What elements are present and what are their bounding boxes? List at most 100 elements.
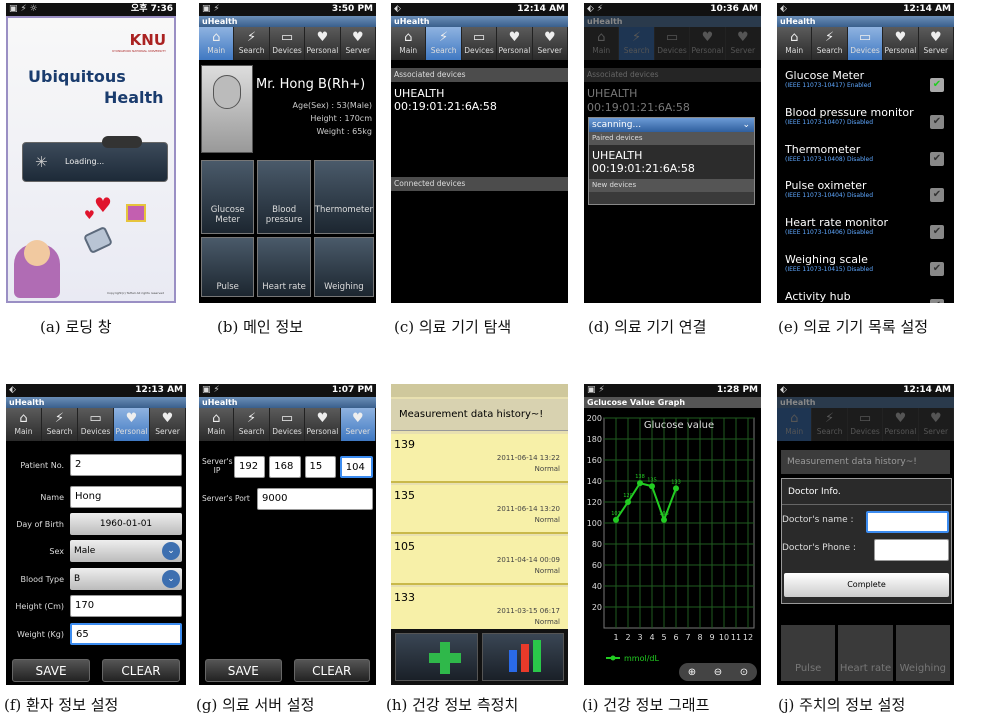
complete-button[interactable]: Complete <box>784 573 949 597</box>
tab-main[interactable]: ⌂ Main <box>584 27 620 60</box>
device-row-heart-rate[interactable]: Heart rate monitor (IEEE 11073-10406) Dis… <box>785 216 950 252</box>
tab-search[interactable]: ⚡ Search <box>812 27 848 60</box>
tab-devices[interactable]: ▭ Devices <box>270 27 306 60</box>
tab-devices[interactable]: ▭ Devices <box>462 27 498 60</box>
data-label: 138 <box>635 474 645 480</box>
add-button[interactable] <box>395 633 478 681</box>
tile-weighing[interactable]: Weighing <box>895 625 950 681</box>
tab-devices[interactable]: ▭ Devices <box>655 27 691 60</box>
tab-search[interactable]: ⚡ Search <box>812 408 848 441</box>
tab-personal[interactable]: ♥ Personal <box>883 27 919 60</box>
checkbox[interactable]: ✔ <box>930 262 944 276</box>
weight-field[interactable]: 65 <box>70 623 182 645</box>
doctor-name-field[interactable] <box>866 511 949 533</box>
tab-bar: ⌂ Main ⚡ Search ▭ Devices ♥ Personal ♥ Server <box>391 27 568 60</box>
tile-weighing[interactable]: Weighing <box>313 237 374 297</box>
zoom-reset-icon[interactable]: ⊙ <box>740 667 748 678</box>
clear-button[interactable]: CLEAR <box>293 659 370 682</box>
tab-devices[interactable]: ▭ Devices <box>848 408 884 441</box>
history-row[interactable]: 135 2011-06-14 13:20 Normal <box>391 485 568 534</box>
tab-devices[interactable]: ▭ Devices <box>847 27 884 60</box>
tab-main[interactable]: ⌂ Main <box>391 27 427 60</box>
zoom-out-icon[interactable]: ⊖ <box>714 667 722 678</box>
history-row[interactable]: 139 2011-06-14 13:22 Normal <box>391 434 568 483</box>
tile-thermometer[interactable]: Thermometer <box>313 160 374 234</box>
device-item[interactable]: UHEALTH 00:19:01:21:6A:58 <box>394 87 497 113</box>
device-row-glucose[interactable]: Glucose Meter (IEEE 11073-10417) Enabled ✔ <box>785 69 950 105</box>
ip-octet-1[interactable]: 192 <box>234 456 266 478</box>
device-row-blood-pressure[interactable]: Blood pressure monitor (IEEE 11073-10407)… <box>785 106 950 142</box>
clear-button[interactable]: CLEAR <box>102 659 180 682</box>
tab-server[interactable]: ♥ Server <box>919 27 954 60</box>
tab-search[interactable]: ⚡ Search <box>426 27 462 60</box>
save-button[interactable]: SAVE <box>205 659 282 682</box>
glucose-chart: 204060801001201401601802001 2 3 4 5 6 7 8 9 10 11 1… <box>587 414 755 663</box>
tab-server[interactable]: ♥ Server <box>533 27 568 60</box>
checkbox[interactable]: ✔ <box>930 115 944 129</box>
tab-search[interactable]: ⚡ Search <box>234 27 270 60</box>
port-field[interactable]: 9000 <box>257 488 373 510</box>
y-tick-label: 100 <box>587 519 602 528</box>
tab-server[interactable]: ♥ Server <box>726 27 761 60</box>
tab-main[interactable]: ⌂ Main <box>777 27 813 60</box>
loading-text: Loading... <box>65 157 105 166</box>
caption-f: (f) 환자 정보 설정 <box>4 696 119 714</box>
sex-select[interactable]: Male ⌄ <box>70 540 182 562</box>
tile-pulse[interactable]: Pulse <box>201 237 255 297</box>
tab-server[interactable]: ♥ Server <box>919 408 954 441</box>
blood-type-select[interactable]: B ⌄ <box>70 568 182 590</box>
tile-pulse[interactable]: Pulse <box>781 625 836 681</box>
checkbox-checked[interactable]: ✔ <box>930 78 944 92</box>
phone-icon <box>82 225 114 255</box>
tab-main[interactable]: ⌂ Main <box>199 27 235 60</box>
history-row[interactable]: 105 2011-04-14 00:09 Normal <box>391 536 568 585</box>
device-row-pulse-oximeter[interactable]: Pulse oximeter (IEEE 11073-10404) Disable… <box>785 179 950 215</box>
label-blood-type: Blood Type <box>20 574 65 584</box>
caption-d: (d) 의료 기기 연결 <box>588 318 707 336</box>
tab-personal[interactable]: ♥ Personal <box>305 27 341 60</box>
bolt-icon: ⚡ <box>439 30 449 45</box>
checkbox[interactable]: ✔ <box>930 299 944 303</box>
name-field[interactable]: Hong <box>70 486 182 508</box>
tab-search[interactable]: ⚡ Search <box>234 408 270 441</box>
screen-server: ▣ ⚡ 1:07 PM uHealth ⌂ Main ⚡ Search ▭ Device… <box>199 384 376 685</box>
device-row-thermometer[interactable]: Thermometer (IEEE 11073-10408) Disabled ✔ <box>785 143 950 179</box>
paired-device[interactable]: UHEALTH 00:19:01:21:6A:58 <box>589 145 754 179</box>
tab-main[interactable]: ⌂ Main <box>199 408 235 441</box>
tile-blood-pressure[interactable]: Blood pressure <box>257 160 311 234</box>
tab-server[interactable]: ♥ Server <box>341 27 376 60</box>
tab-server[interactable]: ♥ Server <box>150 408 186 441</box>
tile-heart-rate[interactable]: Heart rate <box>257 237 311 297</box>
tab-bar: ⌂ Main ⚡ Search ▭ Devices ♥ Personal ♥ Server <box>199 27 376 60</box>
ip-octet-4[interactable]: 104 <box>339 456 373 478</box>
graph-button[interactable] <box>481 633 564 681</box>
tab-personal[interactable]: ♥ Personal <box>883 408 919 441</box>
tile-glucose-meter[interactable]: Glucose Meter <box>201 160 255 234</box>
tab-personal[interactable]: ♥ Personal <box>305 408 341 441</box>
tab-search[interactable]: ⚡ Search <box>42 408 78 441</box>
tab-personal[interactable]: ♥ Personal <box>497 27 533 60</box>
device-row-weighing-scale[interactable]: Weighing scale (IEEE 11073-10415) Disable… <box>785 253 950 289</box>
doctor-phone-field[interactable] <box>874 539 949 561</box>
tab-server[interactable]: ♥ Server <box>340 408 376 441</box>
patient-no-field[interactable]: 2 <box>70 454 182 476</box>
checkbox[interactable]: ✔ <box>930 225 944 239</box>
tab-main[interactable]: ⌂ Main <box>777 408 813 441</box>
tab-search[interactable]: ⚡ Search <box>619 27 655 60</box>
tab-main[interactable]: ⌂ Main <box>6 408 42 441</box>
ip-octet-3[interactable]: 15 <box>304 456 336 478</box>
ip-octet-2[interactable]: 168 <box>269 456 301 478</box>
checkbox[interactable]: ✔ <box>930 152 944 166</box>
tile-heart-rate[interactable]: Heart rate <box>838 625 893 681</box>
tab-personal[interactable]: ♥ Personal <box>690 27 726 60</box>
zoom-in-icon[interactable]: ⊕ <box>688 667 696 678</box>
tab-devices[interactable]: ▭ Devices <box>270 408 306 441</box>
birth-date-button[interactable]: 1960-01-01 <box>70 513 182 535</box>
checkbox[interactable]: ✔ <box>930 188 944 202</box>
device-row-activity-hub[interactable]: Activity hub✔ <box>785 290 950 303</box>
save-button[interactable]: SAVE <box>12 659 90 682</box>
people-icon <box>102 136 142 148</box>
tab-personal[interactable]: ♥ Personal <box>114 408 150 441</box>
tab-devices[interactable]: ▭ Devices <box>78 408 114 441</box>
height-field[interactable]: 170 <box>70 595 182 617</box>
